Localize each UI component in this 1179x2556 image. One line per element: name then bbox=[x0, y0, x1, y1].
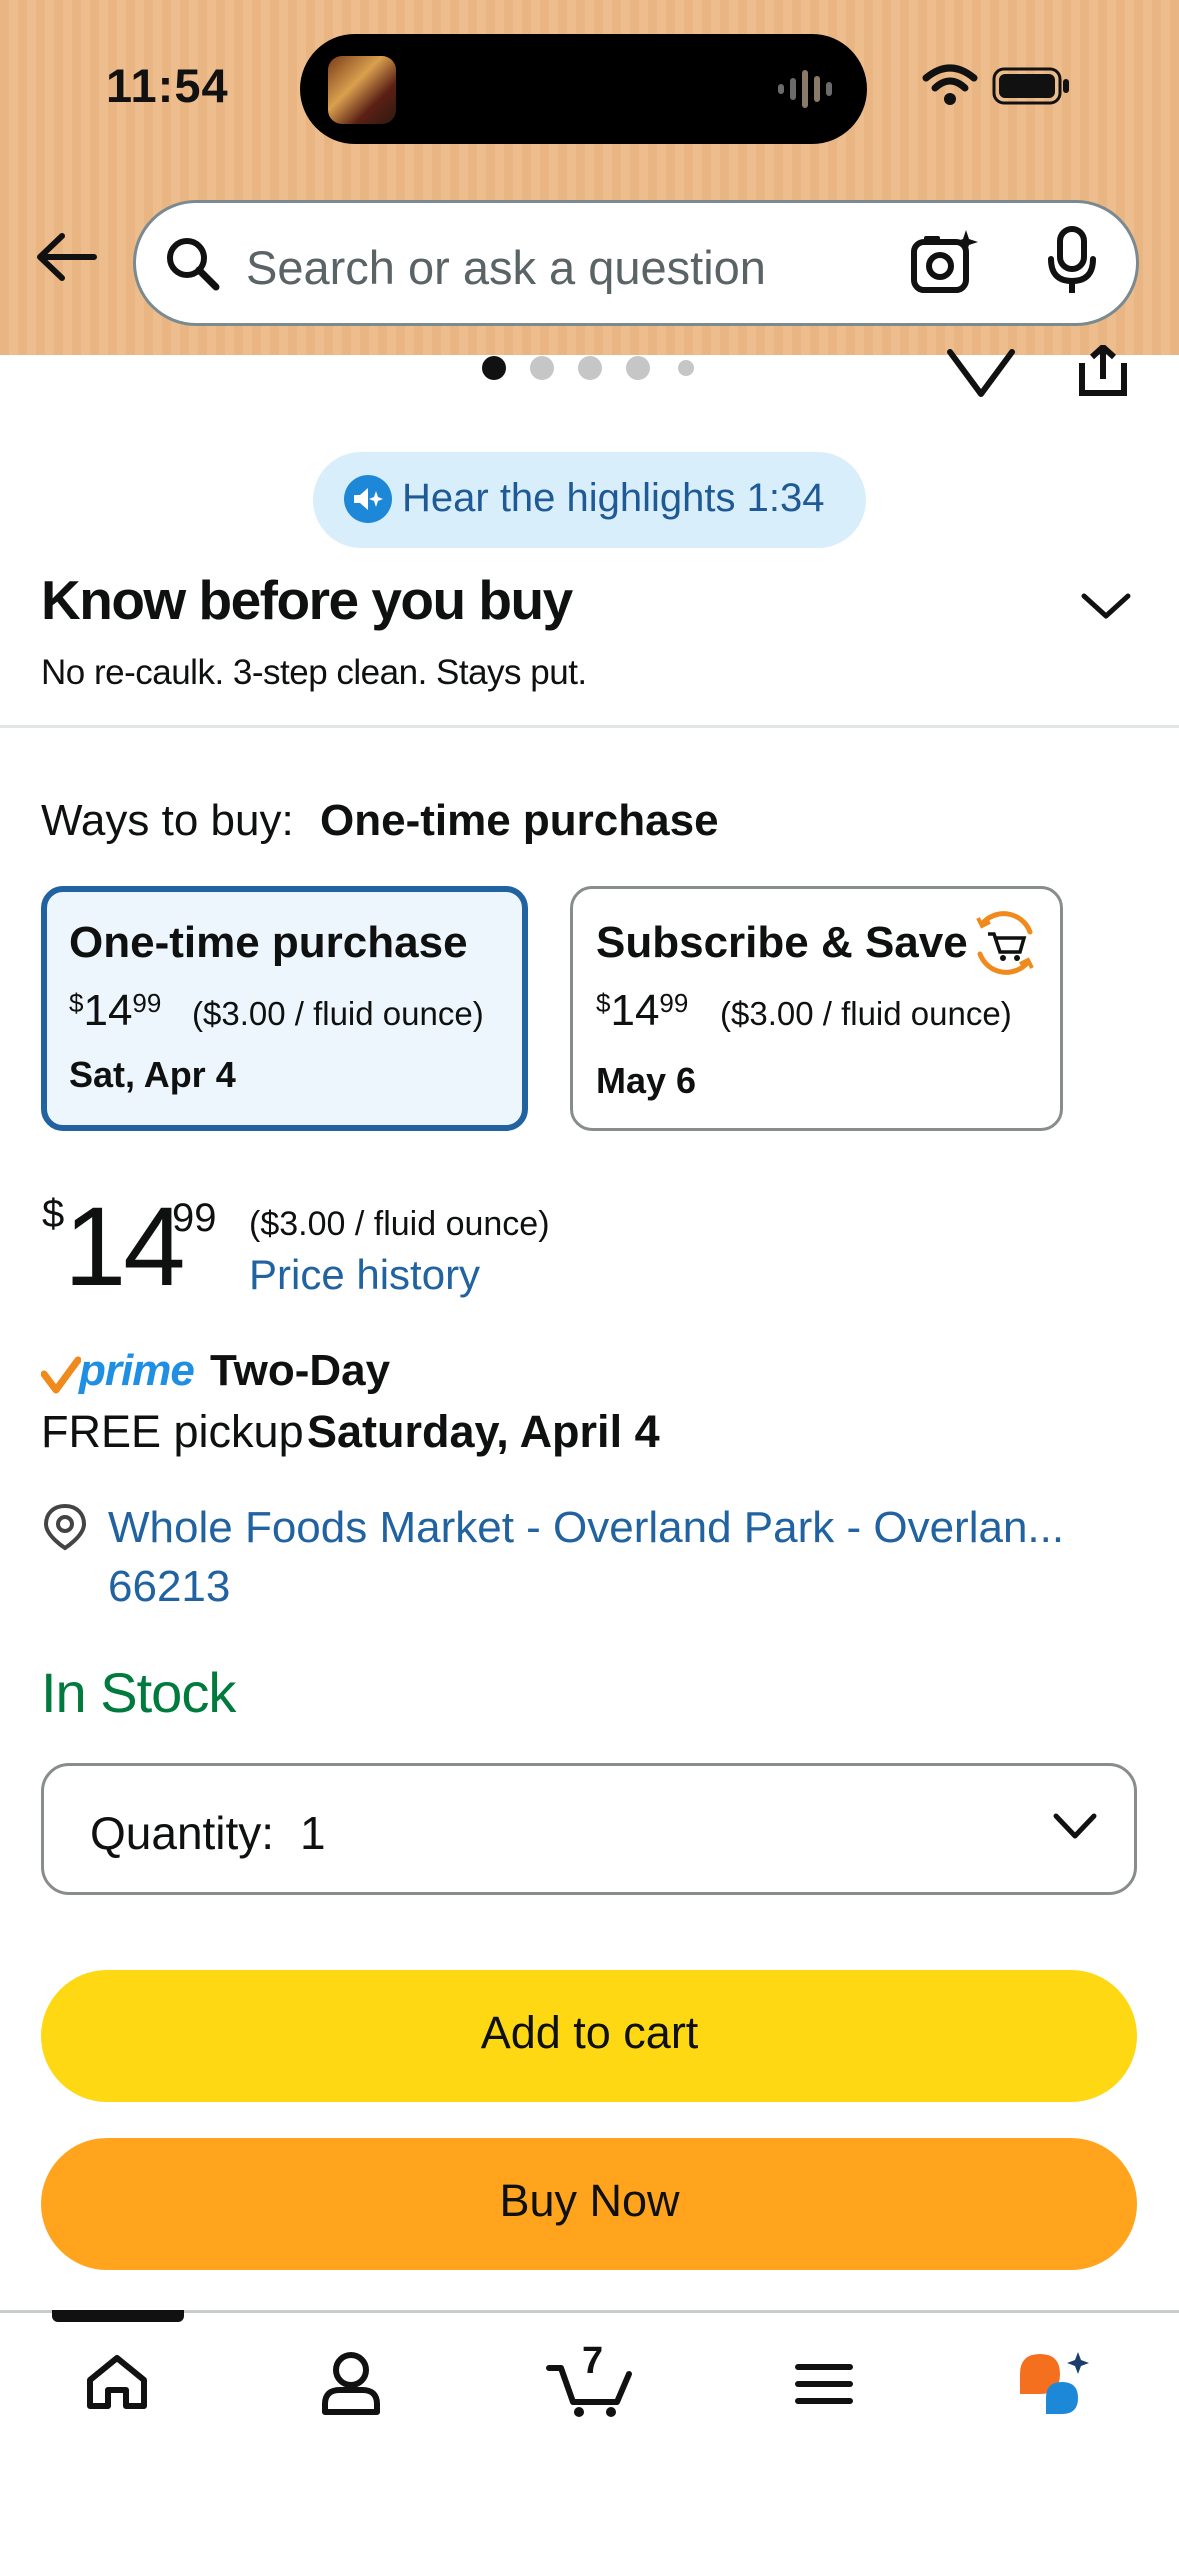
hear-highlights-label: Hear the highlights 1:34 bbox=[402, 476, 825, 520]
speaker-sparkle-icon bbox=[354, 488, 383, 510]
account-icon[interactable] bbox=[320, 2350, 382, 2416]
price-symbol: $ bbox=[42, 1192, 65, 1236]
know-before-title[interactable]: Know before you buy bbox=[41, 568, 573, 632]
gallery-dot[interactable] bbox=[678, 360, 694, 376]
pickup-date: Saturday, April 4 bbox=[307, 1406, 660, 1457]
quantity-value: 1 bbox=[300, 1807, 326, 1859]
know-before-subtitle: No re-caulk. 3-step clean. Stays put. bbox=[41, 653, 587, 692]
pickup-prefix: FREE pickup bbox=[41, 1406, 304, 1457]
camera-search-icon[interactable] bbox=[910, 228, 980, 296]
option-price: $1499 bbox=[596, 986, 689, 1035]
option-unit-price: ($3.00 / fluid ounce) bbox=[720, 995, 1012, 1032]
status-time: 11:54 bbox=[106, 59, 229, 112]
back-arrow-icon[interactable] bbox=[36, 232, 98, 282]
option-title: Subscribe & Save bbox=[596, 918, 968, 967]
ways-to-buy-selected: One-time purchase bbox=[320, 796, 719, 845]
delivery-speed: Two-Day bbox=[210, 1346, 391, 1395]
share-icon[interactable] bbox=[1076, 345, 1130, 399]
audio-waveform-icon bbox=[778, 70, 832, 108]
prime-check-icon bbox=[41, 1356, 81, 1394]
buy-now-label: Buy Now bbox=[499, 2175, 680, 2226]
menu-icon[interactable] bbox=[795, 2362, 853, 2406]
cart-count-badge: 7 bbox=[582, 2340, 604, 2382]
gallery-dot[interactable] bbox=[530, 356, 554, 380]
option-delivery-date: Sat, Apr 4 bbox=[69, 1054, 236, 1095]
unit-price: ($3.00 / fluid ounce) bbox=[249, 1205, 550, 1243]
microphone-icon[interactable] bbox=[1046, 225, 1098, 297]
option-title: One-time purchase bbox=[69, 918, 468, 967]
option-delivery-date: May 6 bbox=[596, 1060, 697, 1101]
active-tab-indicator bbox=[52, 2310, 184, 2322]
ways-to-buy-label: Ways to buy: bbox=[41, 796, 294, 845]
quantity-label: Quantity: bbox=[90, 1807, 275, 1859]
wishlist-heart-icon[interactable] bbox=[946, 348, 1016, 402]
now-playing-artwork bbox=[328, 56, 396, 124]
store-location-link[interactable]: Whole Foods Market - Overland Park - Ove… bbox=[108, 1503, 1064, 1553]
subscribe-cart-icon bbox=[976, 911, 1034, 975]
search-icon bbox=[167, 238, 220, 291]
option-price: $1499 bbox=[69, 986, 162, 1035]
rufus-ai-icon[interactable] bbox=[1016, 2348, 1096, 2420]
option-unit-price: ($3.00 / fluid ounce) bbox=[192, 995, 484, 1032]
price-cents: 99 bbox=[172, 1196, 217, 1240]
wifi-icon bbox=[922, 64, 978, 105]
search-input[interactable]: Search or ask a question bbox=[246, 240, 766, 295]
battery-icon bbox=[992, 67, 1069, 105]
section-divider bbox=[0, 725, 1179, 728]
location-pin-icon bbox=[43, 1503, 87, 1551]
gallery-dot[interactable] bbox=[626, 356, 650, 380]
gallery-dot[interactable] bbox=[578, 356, 602, 380]
price-history-link[interactable]: Price history bbox=[249, 1251, 480, 1299]
price-whole: 14 bbox=[64, 1184, 186, 1309]
store-zip[interactable]: 66213 bbox=[108, 1562, 230, 1612]
chevron-down-icon bbox=[1053, 1813, 1097, 1839]
home-icon[interactable] bbox=[84, 2352, 150, 2412]
chevron-down-icon[interactable] bbox=[1080, 590, 1132, 622]
stock-status: In Stock bbox=[41, 1661, 236, 1724]
prime-logo: prime bbox=[79, 1346, 195, 1395]
add-to-cart-label: Add to cart bbox=[480, 2007, 699, 2058]
gallery-dot-active[interactable] bbox=[482, 356, 506, 380]
